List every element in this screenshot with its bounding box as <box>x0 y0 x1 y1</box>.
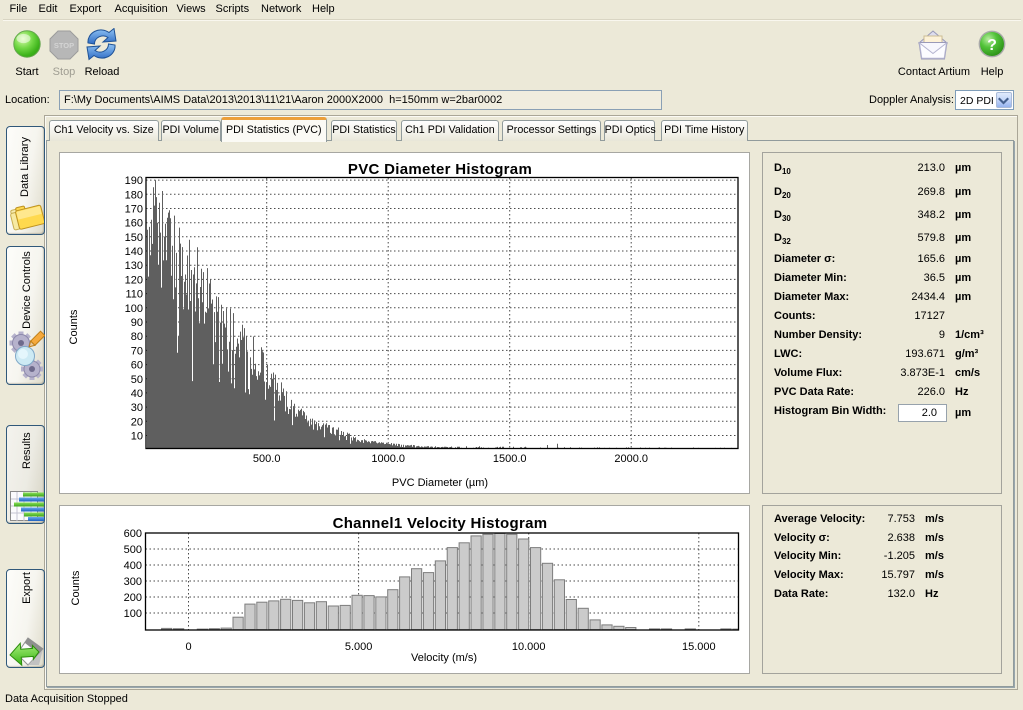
svg-text:1500.0: 1500.0 <box>493 453 527 465</box>
svg-text:600: 600 <box>124 528 142 540</box>
svg-text:1000.0: 1000.0 <box>371 453 405 465</box>
svg-text:40: 40 <box>131 388 143 400</box>
svg-text:60: 60 <box>131 360 143 372</box>
svg-text:10.000: 10.000 <box>512 641 546 653</box>
svg-text:PVC Diameter Histogram: PVC Diameter Histogram <box>348 161 532 178</box>
svg-text:0: 0 <box>185 641 191 653</box>
svg-text:110: 110 <box>125 289 143 301</box>
svg-text:190: 190 <box>125 175 143 187</box>
svg-text:50: 50 <box>131 374 143 386</box>
svg-text:?: ? <box>987 37 997 54</box>
svg-text:80: 80 <box>131 331 143 343</box>
svg-text:Channel1 Velocity Histogram: Channel1 Velocity Histogram <box>333 515 548 532</box>
svg-text:180: 180 <box>125 189 143 201</box>
svg-text:Counts: Counts <box>70 570 82 605</box>
svg-text:150: 150 <box>125 232 143 244</box>
svg-text:70: 70 <box>131 345 143 357</box>
svg-text:200: 200 <box>124 592 142 604</box>
svg-text:400: 400 <box>124 560 142 572</box>
svg-text:160: 160 <box>125 218 143 230</box>
svg-text:90: 90 <box>131 317 143 329</box>
svg-text:STOP: STOP <box>54 41 74 50</box>
svg-text:Counts: Counts <box>68 309 80 344</box>
svg-text:170: 170 <box>125 204 143 216</box>
svg-text:500.0: 500.0 <box>253 453 281 465</box>
svg-text:100: 100 <box>125 303 143 315</box>
svg-text:500: 500 <box>124 544 142 556</box>
svg-text:30: 30 <box>131 402 143 414</box>
svg-text:300: 300 <box>124 576 142 588</box>
svg-text:20: 20 <box>131 416 143 428</box>
svg-text:140: 140 <box>125 246 143 258</box>
svg-text:120: 120 <box>125 274 143 286</box>
svg-text:PVC Diameter (µm): PVC Diameter (µm) <box>392 477 488 489</box>
svg-text:100: 100 <box>124 608 142 620</box>
svg-text:10: 10 <box>131 431 143 443</box>
svg-text:Velocity (m/s): Velocity (m/s) <box>411 652 477 664</box>
svg-text:2000.0: 2000.0 <box>614 453 648 465</box>
svg-text:130: 130 <box>125 260 143 272</box>
svg-text:5.000: 5.000 <box>345 641 373 653</box>
svg-text:15.000: 15.000 <box>682 641 716 653</box>
